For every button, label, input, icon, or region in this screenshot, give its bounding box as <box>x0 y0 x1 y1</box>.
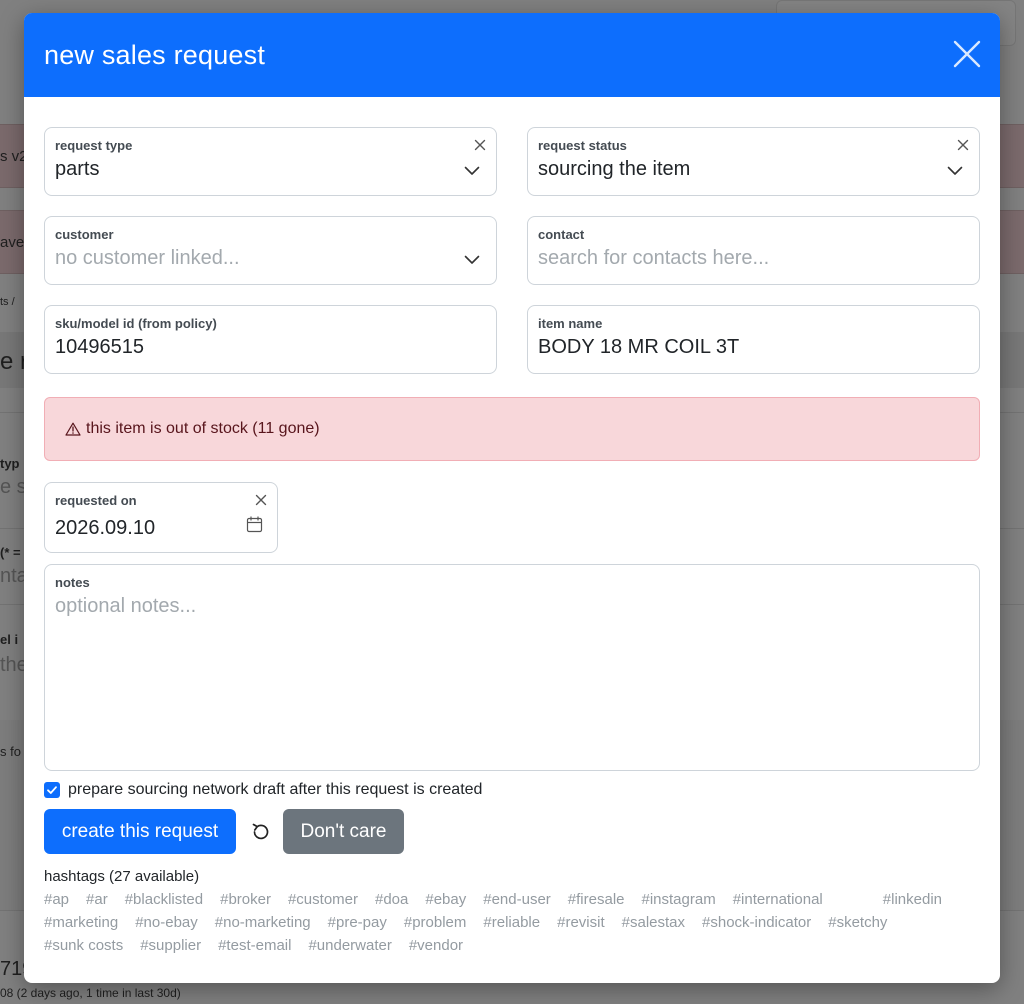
hashtags-title: hashtags (27 available) <box>44 868 200 885</box>
background-text: s fo <box>0 744 21 759</box>
request-status-select[interactable]: request status sourcing the item <box>527 127 980 196</box>
clear-icon[interactable] <box>474 139 486 151</box>
customer-placeholder: no customer linked... <box>55 247 240 269</box>
hashtag-list: #ap #ar #blacklisted #broker #customer #… <box>44 891 974 955</box>
hashtag[interactable]: #revisit <box>557 914 605 932</box>
hashtag[interactable]: #broker <box>220 891 271 909</box>
sku-input[interactable]: sku/model id (from policy) 10496515 <box>44 305 497 374</box>
hashtag[interactable]: #linkedin <box>883 891 942 909</box>
clear-icon[interactable] <box>957 139 969 151</box>
request-type-select[interactable]: request type parts <box>44 127 497 196</box>
hashtag[interactable]: #customer <box>288 891 358 909</box>
hashtag[interactable]: #end-user <box>483 891 551 909</box>
background-label: el i <box>0 632 19 647</box>
clear-icon[interactable] <box>255 494 267 506</box>
check-icon <box>47 786 57 794</box>
customer-select[interactable]: customer no customer linked... <box>44 216 497 285</box>
hashtag[interactable]: #no-marketing <box>215 914 311 932</box>
chevron-down-icon[interactable] <box>464 166 480 176</box>
item-name-value: BODY 18 MR COIL 3T <box>538 336 740 358</box>
hashtag[interactable]: #sketchy <box>828 914 887 932</box>
close-icon[interactable] <box>952 39 982 69</box>
hashtag[interactable]: #shock-indicator <box>702 914 811 932</box>
hashtag[interactable]: #pre-pay <box>328 914 387 932</box>
sourcing-draft-checkbox[interactable] <box>44 782 60 798</box>
requested-on-label: requested on <box>55 493 137 508</box>
hashtag[interactable]: #ar <box>86 891 108 909</box>
notes-placeholder: optional notes... <box>55 595 197 617</box>
sourcing-draft-option: prepare sourcing network draft after thi… <box>44 781 482 799</box>
background-text: 08 (2 days ago, 1 time in last 30d) <box>0 986 181 1000</box>
modal-title: new sales request <box>44 39 266 70</box>
sku-label: sku/model id (from policy) <box>55 316 217 331</box>
hashtag[interactable]: #blacklisted <box>125 891 203 909</box>
chevron-down-icon[interactable] <box>464 255 480 265</box>
hashtag[interactable]: #no-ebay <box>135 914 198 932</box>
background-text: ave <box>0 234 25 251</box>
hashtag[interactable]: #supplier <box>140 937 201 955</box>
requested-on-value: 2026.09.10 <box>55 517 156 539</box>
sourcing-draft-label[interactable]: prepare sourcing network draft after thi… <box>68 781 482 799</box>
requested-on-date-input[interactable]: requested on 2026.09.10 <box>44 482 278 553</box>
notes-label: notes <box>55 575 90 590</box>
hashtag[interactable]: #doa <box>375 891 408 909</box>
hashtag[interactable]: #salestax <box>622 914 685 932</box>
hashtag[interactable]: #ap <box>44 891 69 909</box>
hashtag[interactable]: #vendor <box>409 937 463 955</box>
hashtag[interactable]: #firesale <box>568 891 625 909</box>
contact-placeholder: search for contacts here... <box>538 247 770 269</box>
create-request-button[interactable]: create this request <box>44 809 236 854</box>
hashtag[interactable]: #instagram <box>642 891 716 909</box>
background-label: (* = <box>0 545 21 560</box>
new-sales-request-modal: new sales request request type parts req… <box>24 13 1000 983</box>
request-type-value: parts <box>55 158 100 180</box>
item-name-input[interactable]: item name BODY 18 MR COIL 3T <box>527 305 980 374</box>
hashtag[interactable]: #test-email <box>218 937 291 955</box>
chevron-down-icon[interactable] <box>947 166 963 176</box>
customer-label: customer <box>55 227 114 242</box>
hashtag[interactable]: #underwater <box>308 937 391 955</box>
hashtag[interactable]: #international <box>733 891 823 909</box>
dont-care-button[interactable]: Don't care <box>283 809 404 854</box>
reset-icon[interactable] <box>250 821 272 843</box>
hashtag[interactable]: #sunk costs <box>44 937 123 955</box>
background-label: typ <box>0 456 20 471</box>
background-text: e s <box>0 476 27 498</box>
item-name-label: item name <box>538 316 603 331</box>
request-status-value: sourcing the item <box>538 158 691 180</box>
hashtag[interactable]: #problem <box>404 914 467 932</box>
hashtag[interactable]: #ebay <box>425 891 466 909</box>
warning-icon <box>65 422 81 436</box>
contact-label: contact <box>538 227 585 242</box>
modal-header: new sales request <box>24 13 1000 97</box>
sku-value: 10496515 <box>55 336 144 358</box>
request-status-label: request status <box>538 138 627 153</box>
request-type-label: request type <box>55 138 133 153</box>
hashtag[interactable]: #marketing <box>44 914 118 932</box>
calendar-icon[interactable] <box>246 516 263 533</box>
background-breadcrumb: ts / <box>0 296 15 308</box>
alert-text: this item is out of stock (11 gone) <box>86 420 320 437</box>
notes-textarea[interactable]: notes optional notes... <box>44 564 980 771</box>
contact-search-input[interactable]: contact search for contacts here... <box>527 216 980 285</box>
out-of-stock-alert: this item is out of stock (11 gone) <box>44 397 980 461</box>
hashtag[interactable]: #reliable <box>483 914 540 932</box>
